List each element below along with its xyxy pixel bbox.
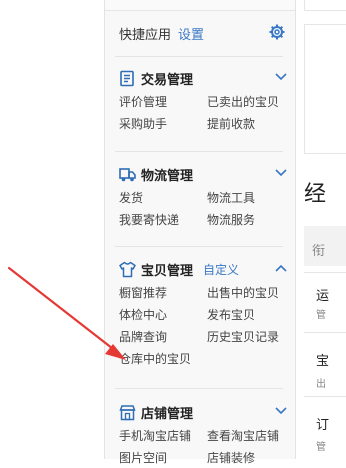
menu-link-mobile-shop[interactable]: 手机淘宝店铺: [119, 426, 207, 446]
sidebar: 快捷应用 设置 交易管理 评价管理 已卖出的宝贝 采购助手 提前收款 物流管理 …: [104, 0, 296, 465]
menu-link-logistics-service[interactable]: 物流服务: [207, 210, 291, 230]
chevron-down-icon[interactable]: [275, 72, 287, 82]
section-logistics-header[interactable]: 物流管理: [119, 163, 287, 185]
menu-link-items-in-warehouse[interactable]: 仓库中的宝贝: [119, 349, 207, 369]
menu-link-items-on-sale[interactable]: 出售中的宝贝: [207, 283, 291, 303]
menu-link-purchase-assistant[interactable]: 采购助手: [119, 114, 207, 134]
menu-link-logistics-tools[interactable]: 物流工具: [207, 188, 291, 208]
divider: [115, 56, 283, 57]
menu-link-ship[interactable]: 发货: [119, 188, 207, 208]
chevron-down-icon[interactable]: [275, 406, 287, 416]
section-trade-title: 交易管理: [141, 71, 194, 87]
menu-link-showcase[interactable]: 橱窗推荐: [119, 283, 207, 303]
table-header-char: 衔: [312, 243, 326, 258]
table-row-char: 运: [316, 288, 330, 303]
section-shop-header[interactable]: 店铺管理: [119, 401, 287, 423]
customize-link[interactable]: 自定义: [203, 261, 239, 278]
menu-link-send-express[interactable]: 我要寄快递: [119, 210, 207, 230]
shop-icon: [119, 404, 136, 420]
section-shop: 店铺管理 手机淘宝店铺 查看淘宝店铺 图片空间 店铺装修: [119, 401, 287, 468]
menu-link-sold-items[interactable]: 已卖出的宝贝: [207, 92, 291, 112]
divider: [115, 151, 283, 152]
chevron-down-icon[interactable]: [275, 168, 287, 178]
row-divider: [304, 332, 346, 333]
menu-link-health-check[interactable]: 体检中心: [119, 305, 207, 325]
menu-link-publish-item[interactable]: 发布宝贝: [207, 305, 291, 325]
menu-link-image-space[interactable]: 图片空间: [119, 448, 207, 468]
gear-icon[interactable]: [269, 24, 285, 40]
row-divider: [304, 272, 346, 273]
menu-link-item-history[interactable]: 历史宝贝记录: [207, 327, 291, 347]
menu-link-view-shop[interactable]: 查看淘宝店铺: [207, 426, 291, 446]
left-blank-area: [0, 0, 104, 459]
shirt-icon: [119, 261, 136, 277]
section-goods: 宝贝管理 自定义 橱窗推荐 出售中的宝贝 体检中心 发布宝贝 品牌查询 历史宝贝…: [119, 258, 287, 369]
table-row-subchar: 出: [316, 379, 326, 390]
top-card-edge: [304, 0, 346, 11]
section-goods-title: 宝贝管理: [141, 262, 194, 278]
chevron-up-icon[interactable]: [275, 263, 287, 273]
quick-apps-settings-link[interactable]: 设置: [178, 24, 204, 43]
table-row-char: 宝: [316, 353, 330, 368]
section-logistics-title: 物流管理: [141, 167, 194, 183]
section-logistics: 物流管理 发货 物流工具 我要寄快递 物流服务: [119, 163, 287, 230]
menu-link-early-payment[interactable]: 提前收款: [207, 114, 291, 134]
menu-link-shop-decor[interactable]: 店铺装修: [207, 448, 291, 468]
divider: [115, 388, 283, 389]
section-trade-header[interactable]: 交易管理: [119, 67, 287, 89]
truck-icon: [119, 167, 136, 181]
content-card: [304, 24, 346, 154]
menu-link-rating[interactable]: 评价管理: [119, 92, 207, 112]
main-content-partial: 经 衔 运 管 宝 出 订 管: [304, 0, 346, 459]
section-heading-partial: 经: [304, 181, 327, 206]
quick-apps-title: 快捷应用: [119, 26, 172, 42]
section-trade: 交易管理 评价管理 已卖出的宝贝 采购助手 提前收款: [119, 67, 287, 134]
table-row-char: 订: [316, 417, 330, 432]
quick-apps-header: 快捷应用 设置: [119, 22, 285, 44]
table-row-subchar: 管: [316, 442, 326, 453]
trade-icon: [120, 70, 134, 86]
section-goods-header[interactable]: 宝贝管理 自定义: [119, 258, 287, 280]
menu-link-brand-query[interactable]: 品牌查询: [119, 327, 207, 347]
table-row-subchar: 管: [316, 310, 326, 321]
section-shop-title: 店铺管理: [141, 405, 194, 421]
divider: [115, 246, 283, 247]
sidebar-top-strip: [105, 0, 295, 11]
row-divider: [304, 396, 346, 397]
